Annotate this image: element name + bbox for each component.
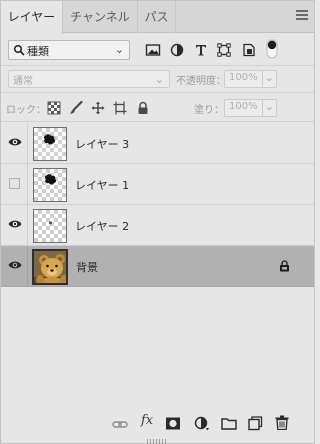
lock-image-icon[interactable] (69, 101, 83, 115)
layer-row-layer-3[interactable]: レイヤー 3 (1, 123, 314, 164)
layer-style-icon[interactable]: fx (141, 413, 153, 428)
layer-name: レイヤー 2 (75, 220, 130, 233)
filter-row: 種類 ⌄ (1, 34, 314, 64)
blend-mode-value: 通常 (13, 76, 33, 87)
smart-object-filter-icon[interactable] (241, 43, 257, 57)
layer-name: 背景 (76, 261, 98, 274)
lock-label: ロック： (6, 105, 46, 116)
bottom-toolbar (1, 409, 314, 439)
new-layer-icon[interactable] (247, 416, 263, 431)
visibility-toggle[interactable] (1, 205, 28, 245)
tab-channels[interactable]: チャンネル (63, 1, 138, 33)
chevron-down-icon: ⌄ (154, 73, 164, 86)
panel-menu-icon[interactable] (296, 10, 308, 22)
layer-thumbnail (33, 168, 67, 202)
layer-thumbnail (33, 209, 67, 243)
chevron-down-icon: ⌄ (114, 43, 124, 56)
hidden-visibility-icon (9, 178, 20, 189)
resize-grip[interactable] (147, 439, 167, 444)
teddy-bear-thumbnail (32, 249, 68, 285)
blend-row: 通常 ⌄ 不透明度： 100% ⌄ (1, 65, 314, 91)
layer-thumbnail (33, 127, 67, 161)
shape-filter-icon[interactable] (216, 43, 232, 57)
tab-layers[interactable]: レイヤー (1, 1, 63, 34)
layer-name: レイヤー 1 (75, 179, 130, 192)
layer-row-layer-1[interactable]: レイヤー 1 (1, 164, 314, 205)
lock-row: ロック： 塗り： 100% ⌄ (1, 92, 314, 122)
opacity-field[interactable]: 100% ⌄ (224, 70, 277, 88)
layer-lock-icon[interactable] (279, 260, 290, 272)
new-group-icon[interactable] (221, 416, 237, 431)
visibility-toggle[interactable] (1, 164, 28, 204)
fill-label: 塗り： (194, 105, 224, 116)
layers-panel: レイヤー チャンネル パス 種類 ⌄ 通常 ⌄ 不透明度： 100% ⌄ ロック… (0, 0, 315, 444)
tab-paths[interactable]: パス (138, 1, 176, 33)
chevron-down-icon: ⌄ (264, 100, 274, 113)
blend-mode-select[interactable]: 通常 ⌄ (8, 70, 170, 88)
eye-icon (8, 220, 22, 228)
layer-name: レイヤー 3 (75, 138, 130, 151)
panel-tab-bar: レイヤー チャンネル パス (1, 1, 314, 34)
adjustment-filter-icon[interactable] (169, 43, 185, 57)
lock-all-icon[interactable] (136, 101, 150, 115)
lock-transparent-icon[interactable] (47, 101, 61, 115)
fill-value: 100% (229, 101, 258, 112)
fill-field[interactable]: 100% ⌄ (224, 99, 277, 117)
visibility-toggle[interactable] (1, 123, 28, 163)
opacity-value: 100% (229, 72, 258, 83)
link-layers-icon[interactable] (112, 417, 128, 432)
type-filter-icon[interactable] (193, 43, 209, 57)
filter-kind-label: 種類 (27, 45, 49, 58)
visibility-toggle[interactable] (1, 246, 28, 286)
lock-artboard-icon[interactable] (113, 101, 127, 115)
filter-toggle-icon[interactable] (266, 39, 278, 59)
layer-row-layer-2[interactable]: レイヤー 2 (1, 205, 314, 246)
opacity-label: 不透明度： (176, 76, 226, 87)
new-adjustment-layer-icon[interactable] (194, 416, 210, 431)
eye-icon (8, 261, 22, 269)
image-filter-icon[interactable] (145, 43, 161, 57)
add-mask-icon[interactable] (165, 416, 181, 431)
lock-position-icon[interactable] (91, 101, 105, 115)
delete-layer-icon[interactable] (274, 415, 290, 430)
layer-row-background[interactable]: 背景 (1, 246, 314, 287)
search-icon (13, 44, 25, 56)
chevron-down-icon: ⌄ (264, 71, 274, 84)
eye-icon (8, 138, 22, 146)
filter-kind-select[interactable]: 種類 ⌄ (8, 40, 130, 60)
